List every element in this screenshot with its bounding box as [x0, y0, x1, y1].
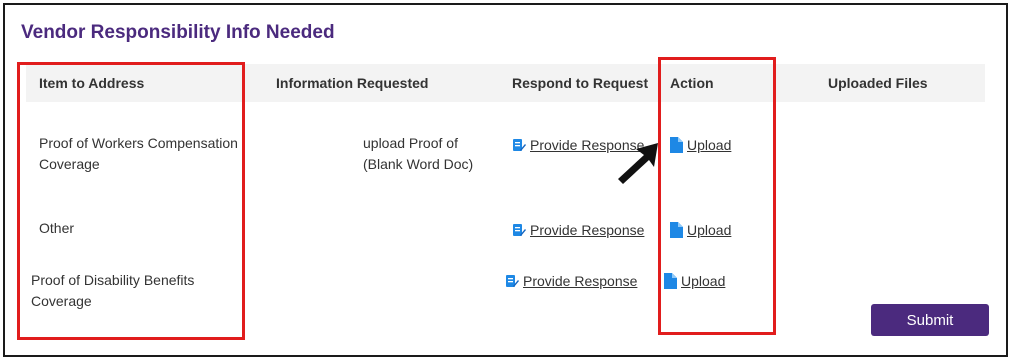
provide-response-label: Provide Response: [530, 222, 645, 238]
item-to-address-continued: Coverage: [39, 156, 100, 172]
upload-label: Upload: [687, 137, 732, 153]
table-row: Proof of Disability Benefits Coverage: [31, 270, 231, 312]
information-requested: upload Proof of (Blank Word Doc): [363, 133, 513, 175]
provide-response-label: Provide Response: [523, 273, 638, 289]
column-header-action: Action: [670, 75, 714, 91]
upload-link[interactable]: Upload: [670, 222, 731, 238]
file-icon: [670, 222, 683, 238]
column-header-item: Item to Address: [39, 75, 145, 91]
file-icon: [664, 273, 677, 289]
item-to-address: Other: [39, 220, 75, 236]
information-requested-line: upload Proof of: [363, 135, 458, 151]
column-header-uploaded-files: Uploaded Files: [828, 75, 928, 91]
column-header-information: Information Requested: [276, 75, 429, 91]
upload-link[interactable]: Upload: [664, 273, 725, 289]
pointer-arrow-icon: [618, 143, 658, 184]
table-row: Proof of Workers Compensation Coverage: [39, 133, 249, 175]
upload-link[interactable]: Upload: [670, 137, 731, 153]
provide-response-link[interactable]: Provide Response: [512, 222, 644, 238]
edit-document-icon: [513, 224, 526, 236]
file-icon: [670, 137, 683, 153]
item-to-address-continued: Coverage: [31, 293, 92, 309]
page-title: Vendor Responsibility Info Needed: [21, 22, 335, 43]
edit-document-icon: [513, 139, 526, 151]
upload-label: Upload: [687, 222, 732, 238]
item-to-address: Proof of Workers Compensation: [39, 135, 238, 151]
submit-button[interactable]: Submit: [871, 304, 989, 336]
edit-document-icon: [506, 275, 519, 287]
column-header-respond: Respond to Request: [512, 75, 649, 91]
information-requested-line: (Blank Word Doc): [363, 156, 474, 172]
table-row: Other: [39, 218, 239, 239]
item-to-address: Proof of Disability Benefits: [31, 272, 195, 288]
upload-label: Upload: [681, 273, 726, 289]
provide-response-link[interactable]: Provide Response: [505, 273, 637, 289]
